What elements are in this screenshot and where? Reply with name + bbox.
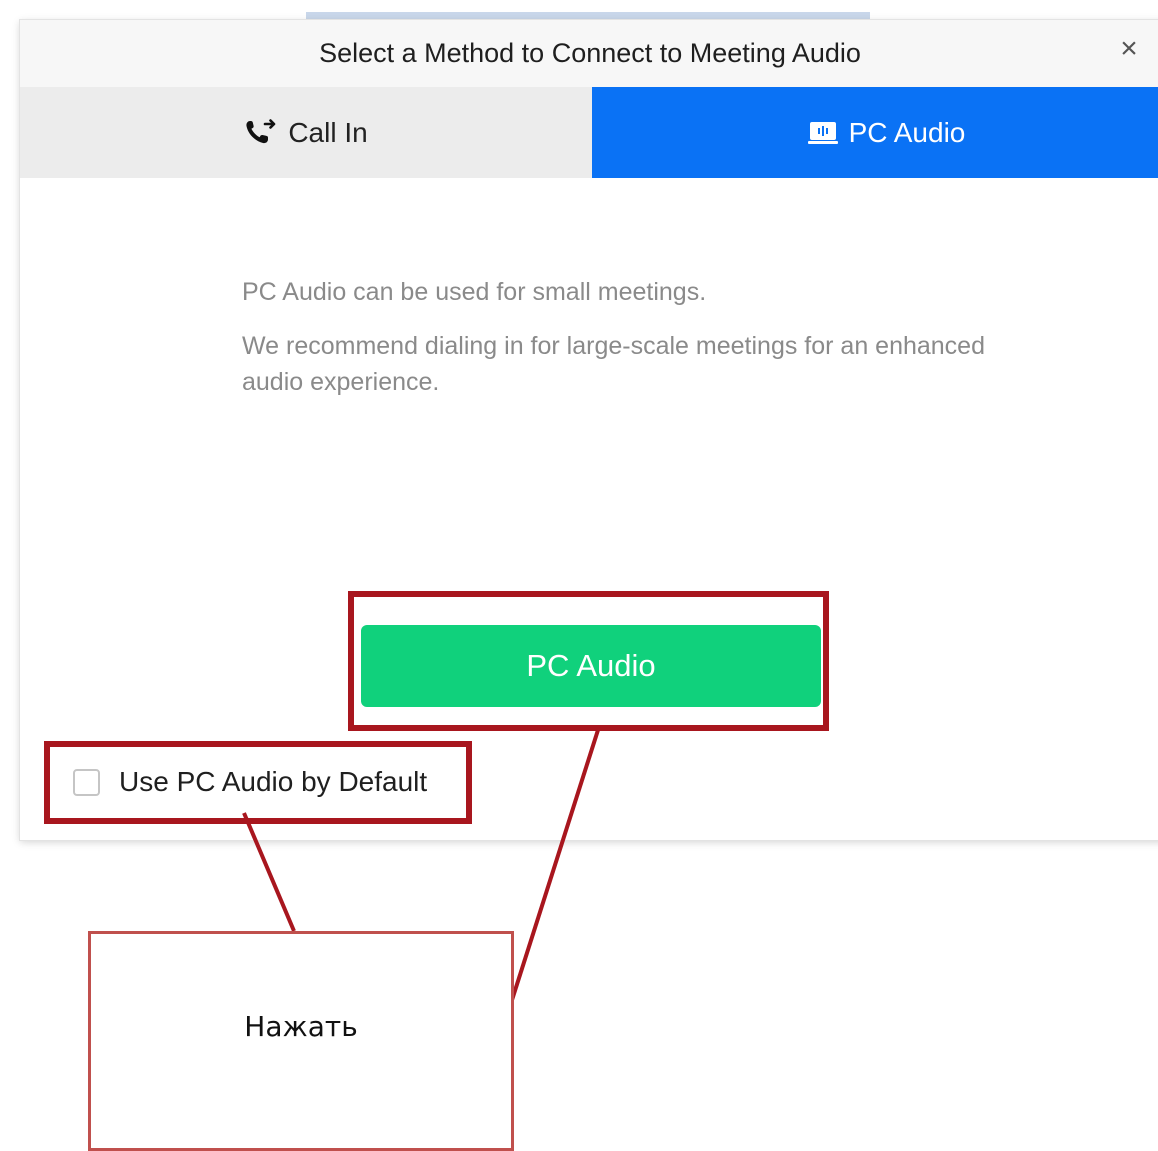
callout-text: Нажать [244,1010,358,1043]
instruction-callout: Нажать [88,931,514,1151]
connector-button-callout [510,729,600,1001]
connector-checkbox-callout [242,812,296,932]
